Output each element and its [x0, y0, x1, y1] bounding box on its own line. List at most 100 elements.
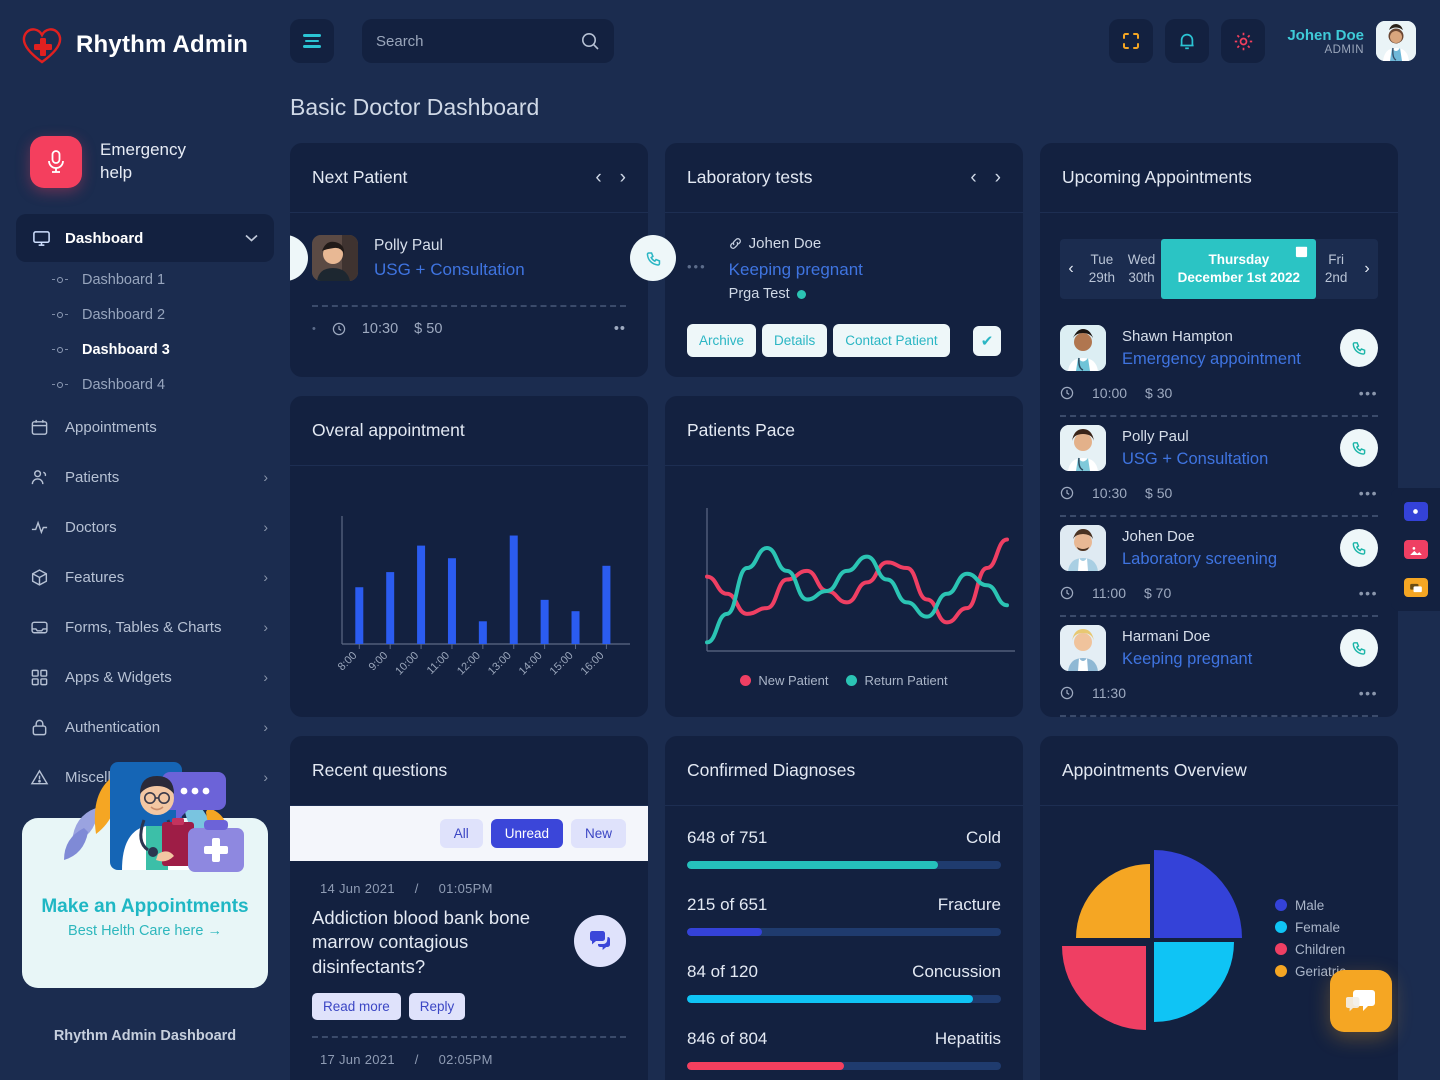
sidebar-item-label: Apps & Widgets	[65, 668, 172, 686]
emergency-help[interactable]: Emergency help	[0, 66, 290, 188]
sidebar-item-dashboard[interactable]: Dashboard	[16, 214, 274, 262]
date-day-1[interactable]: Wed 30th	[1122, 239, 1162, 299]
appointment-row[interactable]: Polly Paul USG + Consultation 10:30 $ 50…	[1060, 417, 1378, 517]
contact-patient-button[interactable]: Contact Patient	[833, 324, 950, 357]
sidebar-subitem-label: Dashboard 3	[82, 341, 170, 358]
pulse-icon	[30, 518, 49, 537]
svg-text:9:00: 9:00	[367, 649, 391, 673]
next-patient-row: Polly Paul USG + Consultation	[312, 235, 626, 281]
appointment-type[interactable]: Emergency appointment	[1122, 350, 1301, 369]
appointment-info: Shawn Hampton Emergency appointment	[1122, 328, 1301, 369]
appointment-name: Shawn Hampton	[1122, 327, 1233, 345]
call-button[interactable]	[1340, 529, 1378, 567]
date-day-selected[interactable]: Thursday December 1st 2022	[1161, 239, 1317, 299]
more-options-icon[interactable]: ••	[614, 321, 626, 337]
filter-new-button[interactable]: New	[570, 819, 626, 848]
search-icon[interactable]	[580, 31, 600, 51]
patient-type[interactable]: USG + Consultation	[374, 260, 525, 280]
lock-icon	[30, 718, 49, 737]
details-button[interactable]: Details	[762, 324, 828, 357]
camera-icon[interactable]	[1403, 502, 1428, 521]
sidebar-subitem-1[interactable]: Dashboard 2	[0, 297, 290, 332]
call-button[interactable]	[1340, 429, 1378, 467]
legend-label: Return Patient	[864, 672, 948, 688]
question-item[interactable]: 17 Jun 2021 / 02:05PM Triggered asthma	[290, 1038, 648, 1080]
appointment-type[interactable]: Keeping pregnant	[1122, 650, 1252, 669]
filter-unread-button[interactable]: Unread	[490, 819, 563, 848]
appointments-list: Shawn Hampton Emergency appointment 10:0…	[1040, 299, 1398, 717]
promo-card[interactable]: Make an Appointments Best Helth Care her…	[22, 762, 268, 988]
avatar	[1060, 625, 1106, 671]
date-prev-button[interactable]: ‹	[1060, 239, 1082, 299]
prev-arrow-icon[interactable]: ‹	[970, 167, 976, 189]
question-time: 01:05PM	[438, 881, 493, 896]
chevron-right-icon: ›	[263, 619, 268, 635]
archive-button[interactable]: Archive	[687, 324, 757, 357]
microphone-icon[interactable]	[30, 136, 82, 188]
appointment-type[interactable]: Laboratory screening	[1122, 550, 1277, 569]
image-icon[interactable]	[1403, 540, 1428, 559]
more-options-icon[interactable]: •••	[1359, 485, 1378, 501]
date-next-button[interactable]: ›	[1356, 239, 1378, 299]
appointment-row[interactable]: Harmani Doe Keeping pregnant 11:30 •••	[1060, 617, 1378, 717]
more-options-icon[interactable]: •••	[1359, 585, 1378, 601]
more-options-icon[interactable]: •••	[1359, 685, 1378, 701]
promo-subtitle[interactable]: Best Helth Care here →	[22, 923, 268, 939]
sidebar-subitem-label: Dashboard 1	[82, 271, 166, 288]
question-time: 02:05PM	[438, 1052, 493, 1068]
sidebar-item-doctors[interactable]: Doctors ›	[0, 502, 290, 552]
chat-fab-button[interactable]	[1330, 970, 1392, 1032]
chat-icon[interactable]	[1403, 578, 1428, 597]
sidebar-item-features[interactable]: Features ›	[0, 552, 290, 602]
next-arrow-icon[interactable]: ›	[995, 167, 1001, 189]
more-options-icon[interactable]: •••	[1359, 385, 1378, 401]
appointment-type[interactable]: USG + Consultation	[1122, 450, 1268, 469]
filter-all-button[interactable]: All	[439, 819, 483, 848]
avatar[interactable]	[1376, 21, 1416, 61]
gear-icon[interactable]	[1221, 19, 1266, 63]
search-input[interactable]	[376, 32, 580, 50]
chevron-down-icon[interactable]	[245, 234, 258, 242]
legend-item: Return Patient	[846, 672, 948, 688]
date-day-bottom: 2nd	[1324, 270, 1348, 285]
search-box[interactable]	[362, 19, 614, 63]
next-arrow-icon[interactable]: ›	[620, 167, 626, 189]
appointment-row[interactable]: Shawn Hampton Emergency appointment 10:0…	[1060, 317, 1378, 417]
user-profile[interactable]: Johen Doe ADMIN	[1287, 21, 1416, 61]
card-header: Confirmed Diagnoses	[665, 736, 1023, 806]
bullet-icon	[52, 311, 68, 318]
date-day-top: Wed	[1127, 251, 1156, 267]
sidebar-item-forms-tables-charts[interactable]: Forms, Tables & Charts ›	[0, 602, 290, 652]
call-button[interactable]	[1340, 629, 1378, 667]
carousel-peek-left[interactable]	[290, 235, 308, 281]
appointment-row[interactable]: Johen Doe Laboratory screening 11:00 $ 7…	[1060, 517, 1378, 617]
prev-arrow-icon[interactable]: ‹	[595, 167, 601, 189]
card-header: Overal appointment	[290, 396, 648, 466]
date-day-top: Thursday	[1208, 251, 1270, 267]
divider	[1060, 715, 1378, 717]
question-item[interactable]: 14 Jun 2021 / 01:05PM Addiction blood ba…	[290, 861, 648, 1039]
sidebar-item-apps-widgets[interactable]: Apps & Widgets ›	[0, 652, 290, 702]
question-title[interactable]: Addiction blood bank bone marrow contagi…	[312, 906, 557, 979]
sidebar-subitem-2[interactable]: Dashboard 3	[0, 332, 290, 367]
bell-icon[interactable]	[1165, 19, 1210, 63]
brand[interactable]: Rhythm Admin	[0, 0, 290, 66]
carousel-peek-right[interactable]	[630, 235, 676, 281]
confirm-check-button[interactable]: ✔	[973, 325, 1001, 356]
lab-diagnosis[interactable]: Keeping pregnant	[729, 260, 863, 280]
chat-icon[interactable]	[574, 915, 626, 967]
more-options-icon[interactable]: •••	[687, 235, 707, 302]
sidebar-subitem-3[interactable]: Dashboard 4	[0, 367, 290, 402]
call-button[interactable]	[1340, 329, 1378, 367]
sidebar-item-authentication[interactable]: Authentication ›	[0, 702, 290, 752]
date-day-0[interactable]: Tue 29th	[1082, 239, 1122, 299]
hamburger-icon[interactable]	[290, 19, 334, 63]
reply-button[interactable]: Reply	[408, 993, 466, 1021]
read-more-button[interactable]: Read more	[312, 993, 401, 1021]
fullscreen-icon[interactable]	[1109, 19, 1154, 63]
sidebar-item-patients[interactable]: Patients ›	[0, 452, 290, 502]
sidebar-item-appointments[interactable]: Appointments	[0, 402, 290, 452]
page-title: Basic Doctor Dashboard	[290, 94, 540, 120]
sidebar-subitem-0[interactable]: Dashboard 1	[0, 262, 290, 297]
date-day-3[interactable]: Fri 2nd	[1316, 239, 1356, 299]
